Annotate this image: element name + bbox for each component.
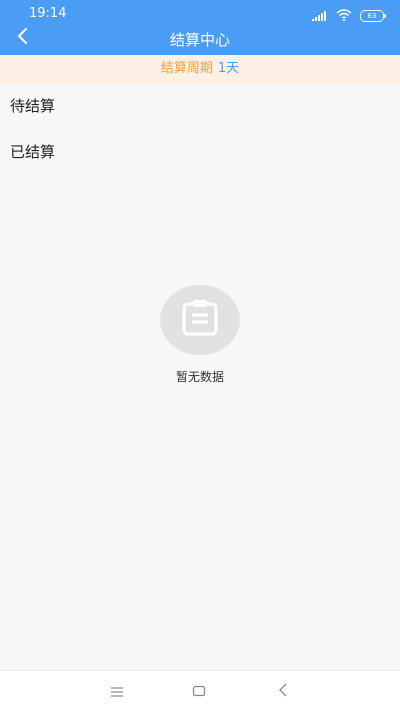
settlement-period-banner: 结算周期 1天 xyxy=(0,55,400,83)
home-icon xyxy=(192,682,206,701)
menu-button[interactable] xyxy=(107,681,127,701)
back-arrow-icon xyxy=(278,682,288,701)
period-value: 1天 xyxy=(217,61,240,76)
system-back-button[interactable] xyxy=(273,681,293,701)
empty-text: 暂无数据 xyxy=(175,370,224,384)
nav-bar: 结算中心 xyxy=(0,26,400,55)
top-header: 19:14 63 结算中心 xyxy=(0,0,400,55)
status-icons: 63 xyxy=(312,6,386,25)
list-item-settled[interactable]: 已结算 xyxy=(10,141,55,162)
home-button[interactable] xyxy=(189,681,209,701)
status-time: 19:14 xyxy=(29,6,67,21)
system-nav-bar xyxy=(0,670,400,711)
page-title: 结算中心 xyxy=(169,31,230,49)
battery-icon: 63 xyxy=(360,9,386,22)
clipboard-icon xyxy=(180,298,220,342)
wifi-icon xyxy=(336,6,352,25)
signal-icon xyxy=(312,6,328,25)
list-item-pending-settlement[interactable]: 待结算 xyxy=(10,95,55,116)
period-label: 结算周期 xyxy=(160,61,213,76)
empty-state: 暂无数据 xyxy=(0,285,400,385)
menu-icon xyxy=(110,682,124,701)
status-bar: 19:14 63 xyxy=(0,0,400,26)
empty-clipboard-circle xyxy=(160,285,240,355)
